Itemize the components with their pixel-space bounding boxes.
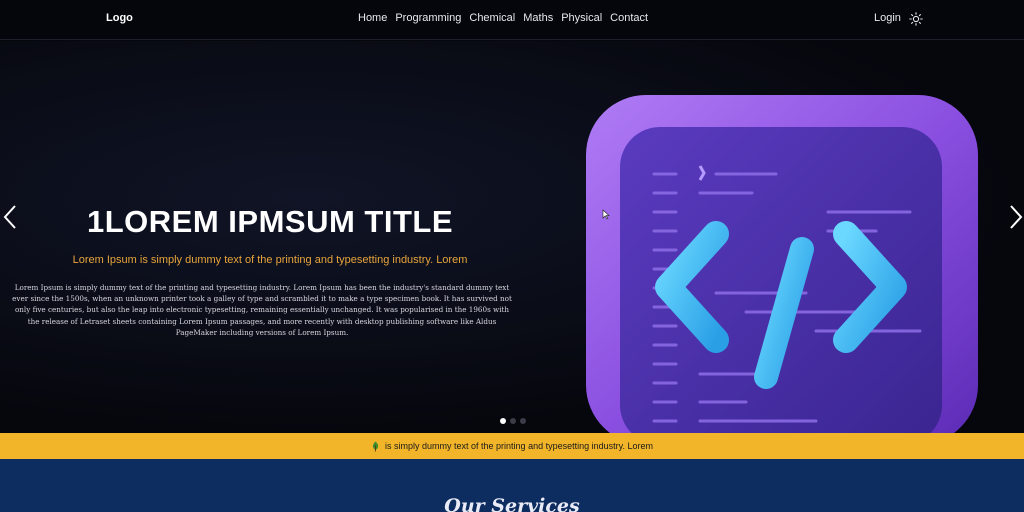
hero-title: 1LOREM IPMSUM TITLE	[87, 204, 453, 239]
nav-chemical[interactable]: Chemical	[469, 12, 515, 24]
logo[interactable]: Logo	[106, 12, 133, 24]
services-heading: Our Services	[444, 495, 580, 512]
nav-programming[interactable]: Programming	[395, 12, 461, 24]
nav-home[interactable]: Home	[358, 12, 387, 24]
leaf-icon	[372, 441, 379, 451]
mouse-cursor-icon	[602, 209, 610, 220]
carousel-dot-3[interactable]	[520, 418, 526, 424]
chevron-right-icon[interactable]	[1008, 204, 1024, 230]
nav-physical[interactable]: Physical	[561, 12, 602, 24]
login-link[interactable]: Login	[874, 12, 901, 24]
nav-links: Home Programming Chemical Maths Physical…	[358, 12, 648, 24]
carousel-indicators	[500, 418, 526, 424]
announcement-ticker: is simply dummy text of the printing and…	[0, 433, 1024, 459]
sun-icon[interactable]	[909, 12, 923, 26]
navbar: Logo Home Programming Chemical Maths Phy…	[0, 0, 1024, 40]
carousel-dot-2[interactable]	[510, 418, 516, 424]
hero-subtitle: Lorem Ipsum is simply dummy text of the …	[72, 254, 468, 266]
nav-contact[interactable]: Contact	[610, 12, 648, 24]
services-section: Our Services	[0, 459, 1024, 512]
hero-body: Lorem Ipsum is simply dummy text of the …	[12, 283, 512, 337]
code-icon	[586, 95, 978, 433]
nav-maths[interactable]: Maths	[523, 12, 553, 24]
ticker-text: is simply dummy text of the printing and…	[385, 441, 653, 451]
hero-carousel: 1LOREM IPMSUM TITLE Lorem Ipsum is simpl…	[0, 41, 1024, 433]
carousel-dot-1[interactable]	[500, 418, 506, 424]
